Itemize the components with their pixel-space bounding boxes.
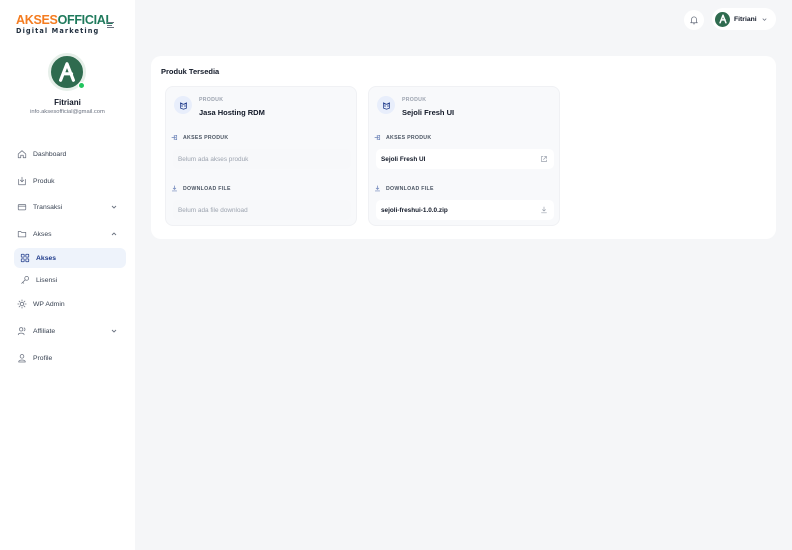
card-icon (17, 202, 27, 212)
chevron-down-icon (762, 17, 767, 21)
notification-button[interactable] (684, 10, 704, 30)
user-menu-button[interactable]: Fitriani (712, 8, 776, 30)
brand-tagline: Digital Marketing (16, 27, 100, 35)
sidebar-user-email: info.aksesofficial@gmail.com (30, 109, 105, 115)
sidebar-user-name: Fitriani (54, 98, 81, 107)
bell-icon (690, 16, 698, 25)
key-icon (20, 275, 30, 285)
online-status-dot (78, 82, 85, 89)
chevron-down-icon (111, 205, 117, 209)
download-section-label: DOWNLOAD FILE (374, 185, 434, 192)
menu-toggle-icon[interactable] (107, 22, 114, 28)
sidebar-item-label: Transaksi (33, 203, 63, 211)
download-icon (374, 185, 381, 192)
produk-tersedia-panel: Produk Tersedia PRODUK Jasa Hosting RDM … (151, 56, 776, 239)
brand-name-part2: OFFICIAL (57, 13, 114, 27)
sidebar-item-label: Affiliate (33, 327, 56, 335)
sidebar-item-affiliate[interactable]: Affiliate (14, 321, 126, 341)
download-section-label: DOWNLOAD FILE (171, 185, 231, 192)
brand-logo[interactable]: AKSESOFFICIAL Digital Marketing (16, 13, 113, 38)
sidebar-item-dashboard[interactable]: Dashboard (14, 144, 126, 164)
home-icon (17, 149, 27, 159)
access-value: Belum ada akses produk (173, 149, 351, 169)
wordpress-icon (17, 299, 27, 309)
sidebar-item-akses-group[interactable]: Akses (14, 224, 126, 244)
product-card: PRODUK Jasa Hosting RDM AKSES PRODUK Bel… (165, 86, 357, 226)
product-name: Sejoli Fresh UI (402, 108, 455, 117)
sidebar-item-label: Akses (33, 230, 52, 238)
access-link-label: Sejoli Fresh UI (381, 155, 426, 163)
sidebar-item-transaksi[interactable]: Transaksi (14, 197, 126, 217)
sidebar-item-label: Profile (33, 354, 53, 362)
card-kicker: PRODUK (402, 97, 427, 103)
download-value: Belum ada file download (173, 200, 351, 220)
sidebar-item-label: WP Admin (33, 300, 65, 308)
user-icon (17, 353, 27, 363)
access-section-label: AKSES PRODUK (374, 134, 431, 141)
download-icon[interactable] (540, 206, 548, 214)
avatar (715, 11, 730, 27)
download-link[interactable]: sejoli-freshui-1.0.0.zip (376, 200, 554, 220)
download-icon (171, 185, 178, 192)
grid-icon (20, 253, 30, 263)
folder-icon (17, 229, 27, 239)
sidebar-item-lisensi[interactable]: Lisensi (14, 270, 126, 290)
access-link[interactable]: Sejoli Fresh UI (376, 149, 554, 169)
brand-name-part1: AKSES (16, 13, 58, 27)
login-icon (374, 134, 381, 141)
sidebar-item-label: Akses (36, 254, 57, 262)
product-icon (377, 96, 395, 114)
sidebar-item-produk[interactable]: Produk (14, 171, 126, 191)
sidebar-item-profile[interactable]: Profile (14, 348, 126, 368)
chevron-up-icon (111, 232, 117, 236)
logo-a-icon (718, 14, 727, 24)
access-section-label: AKSES PRODUK (171, 134, 228, 141)
product-name: Jasa Hosting RDM (199, 108, 265, 117)
card-kicker: PRODUK (199, 97, 224, 103)
header-user-name: Fitriani (734, 15, 757, 23)
chevron-down-icon (111, 329, 117, 333)
sidebar-item-wp-admin[interactable]: WP Admin (14, 294, 126, 314)
product-icon (174, 96, 192, 114)
logo-a-icon (59, 62, 75, 82)
sidebar-item-label: Produk (33, 177, 55, 185)
product-card: PRODUK Sejoli Fresh UI AKSES PRODUK Sejo… (368, 86, 560, 226)
login-icon (171, 134, 178, 141)
external-link-icon[interactable] (540, 155, 548, 163)
box-icon (17, 176, 27, 186)
sidebar-item-akses[interactable]: Akses (14, 248, 126, 268)
sidebar-item-label: Lisensi (36, 276, 58, 284)
download-file-name: sejoli-freshui-1.0.0.zip (381, 206, 448, 214)
sidebar-item-label: Dashboard (33, 150, 67, 158)
sidebar: AKSESOFFICIAL Digital Marketing Fitriani… (0, 0, 135, 550)
users-icon (17, 326, 27, 336)
page-title: Produk Tersedia (161, 67, 220, 76)
